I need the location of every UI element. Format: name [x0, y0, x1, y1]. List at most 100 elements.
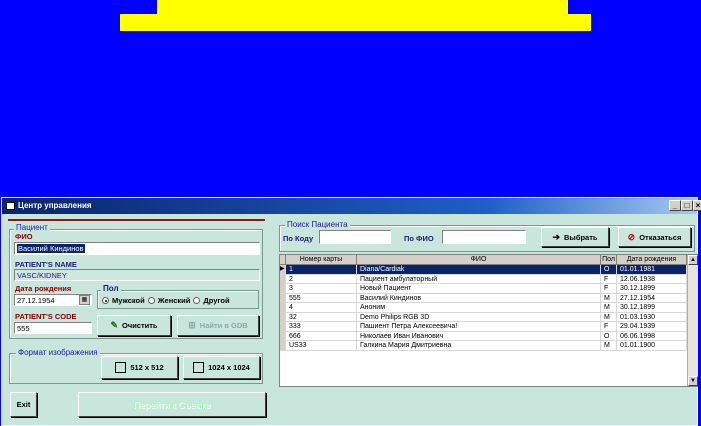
table-cell: Василий Киндинов — [357, 293, 601, 303]
fio-input[interactable]: Василий Киндинов — [14, 242, 260, 255]
by-code-input[interactable] — [319, 230, 391, 244]
sex-label: Пол — [101, 284, 121, 294]
radio-other[interactable] — [193, 297, 201, 304]
table-row[interactable]: 3 Новый Пациент F 30.12.1899 — [280, 284, 687, 294]
by-fio-input[interactable] — [442, 230, 526, 244]
format-1024-label: 1024 x 1024 — [208, 363, 250, 372]
table-row[interactable]: 333 Пашиент Петра Алексеевича! F 29.04.1939 — [280, 322, 687, 332]
radio-female[interactable] — [147, 297, 155, 304]
control-center-window: Центр управления _ □ × Пациент ФИО Васил… — [1, 197, 701, 426]
cancel-button[interactable]: ⊘ Отказаться — [618, 227, 691, 247]
table-cell: M — [601, 341, 617, 350]
table-cell: Diana/Cardiak — [357, 265, 601, 274]
patient-name-label: PATIENT'S NAME — [15, 260, 77, 269]
select-icon: ➔ — [552, 231, 561, 242]
format-1024-button[interactable]: 1024 x 1024 — [183, 356, 260, 379]
sex-options: Мужской Женский Другой — [102, 296, 230, 305]
patient-table: Номер карты ФИО Пол Дата рождения ▶ 1 Dian… — [279, 254, 698, 387]
table-cell: 12.06.1938 — [617, 274, 687, 284]
table-cell: F — [601, 274, 617, 284]
clear-button-label: Очистить — [122, 321, 158, 330]
table-cell: Новый Пациент — [357, 284, 601, 293]
table-cell: Николаев Иван Иванович — [357, 331, 601, 341]
checkbox-512-icon — [115, 362, 127, 373]
col-card-number[interactable]: Номер карты — [286, 255, 357, 265]
table-cell: 30.12.1899 — [617, 303, 687, 312]
image-format-label: Формат изображения — [16, 348, 100, 358]
table-cell: 01.03.1930 — [617, 312, 687, 322]
col-sex[interactable]: Пол — [601, 255, 617, 265]
table-cell: 06.06.1998 — [617, 331, 687, 341]
exit-button[interactable]: Exit — [10, 392, 37, 417]
table-row[interactable]: 2 Пациент амбулаторный F 12.06.1938 — [280, 274, 687, 284]
window-title: Центр управления — [18, 201, 92, 210]
table-cell: 01.01.1981 — [617, 265, 687, 274]
banner-top — [157, 0, 568, 14]
radio-male-label: Мужской — [112, 296, 145, 305]
table-cell: Пашиент Петра Алексеевича! — [357, 322, 601, 331]
by-fio-label: По ФИО — [404, 234, 434, 243]
table-cell: 29.04.1939 — [617, 322, 687, 331]
maximize-button[interactable]: □ — [681, 200, 693, 211]
calendar-icon[interactable]: ▦ — [79, 295, 90, 305]
radio-other-label: Другой — [203, 296, 230, 305]
patient-name-field[interactable]: VASC/KIDNEY — [14, 269, 260, 281]
table-cell: Аноним — [357, 303, 601, 312]
table-cell: 2 — [286, 274, 357, 284]
table-cell: 32 — [286, 312, 357, 322]
search-group-label: Поиск Пациента — [285, 220, 350, 230]
select-button-label: Выбрать — [564, 232, 598, 242]
table-cell: O — [601, 265, 617, 274]
table-cell: 30.12.1899 — [617, 284, 687, 293]
find-gdb-button[interactable]: ⊞ Найти в GDB — [177, 315, 259, 336]
format-512-button[interactable]: 512 x 512 — [101, 356, 178, 379]
table-row[interactable]: US33 Галкина Мария Дмитриевна M 01.01.1900 — [280, 341, 687, 351]
patient-code-label: PATIENT'S CODE — [15, 312, 77, 321]
scroll-up-icon[interactable]: ▲ — [688, 255, 698, 265]
table-cell: 333 — [286, 322, 357, 331]
vertical-scrollbar[interactable]: ▲ ▼ — [687, 255, 698, 386]
divider — [8, 219, 265, 221]
table-cell: F — [601, 284, 617, 293]
patient-code-field[interactable]: 555 — [14, 322, 92, 334]
table-cell: Demo Philips RGB 3D — [357, 312, 601, 322]
cancel-icon: ⊘ — [627, 231, 636, 242]
go-to-shoot-button[interactable]: Перейти к Съемке — [78, 392, 266, 417]
table-cell: 1 — [286, 265, 357, 274]
window-icon — [6, 202, 15, 210]
table-cell: F — [601, 322, 617, 331]
checkbox-1024-icon — [193, 362, 205, 373]
find-gdb-button-label: Найти в GDB — [199, 321, 248, 330]
fio-value: Василий Киндинов — [17, 244, 85, 253]
find-gdb-icon: ⊞ — [188, 320, 196, 330]
table-cell: 01.01.1900 — [617, 341, 687, 350]
cancel-button-label: Отказаться — [639, 232, 682, 242]
table-cell: 555 — [286, 293, 357, 303]
close-button[interactable]: × — [693, 200, 701, 211]
table-row[interactable]: ▶ 1 Diana/Cardiak O 01.01.1981 — [280, 265, 687, 275]
titlebar: Центр управления _ □ × — [2, 198, 701, 214]
table-cell: O — [601, 331, 617, 341]
dob-label: Дата рождения — [15, 284, 72, 293]
fio-label: ФИО — [15, 232, 33, 241]
radio-male[interactable] — [102, 297, 109, 304]
table-cell: 3 — [286, 284, 357, 293]
select-button[interactable]: ➔ Выбрать — [541, 227, 609, 247]
table-cell: 4 — [286, 303, 357, 312]
table-row[interactable]: 4 Аноним M 30.12.1899 — [280, 303, 687, 313]
col-fio[interactable]: ФИО — [357, 255, 601, 265]
col-dob[interactable]: Дата рождения — [617, 255, 687, 265]
table-cell: Пациент амбулаторный — [357, 274, 601, 284]
table-row[interactable]: 32 Demo Philips RGB 3D M 01.03.1930 — [280, 312, 687, 322]
table-cell: US33 — [286, 341, 357, 350]
table-header: Номер карты ФИО Пол Дата рождения — [280, 255, 687, 265]
table-row[interactable]: 666 Николаев Иван Иванович O 06.06.1998 — [280, 331, 687, 341]
table-cell: M — [601, 293, 617, 303]
minimize-button[interactable]: _ — [669, 200, 681, 211]
table-row[interactable]: 555 Василий Киндинов M 27.12.1954 — [280, 293, 687, 303]
table-cell: 666 — [286, 331, 357, 341]
clear-button[interactable]: ✎ Очистить — [97, 315, 171, 336]
banner-bottom — [120, 14, 591, 31]
scroll-down-icon[interactable]: ▼ — [688, 376, 698, 386]
table-cell: M — [601, 303, 617, 312]
